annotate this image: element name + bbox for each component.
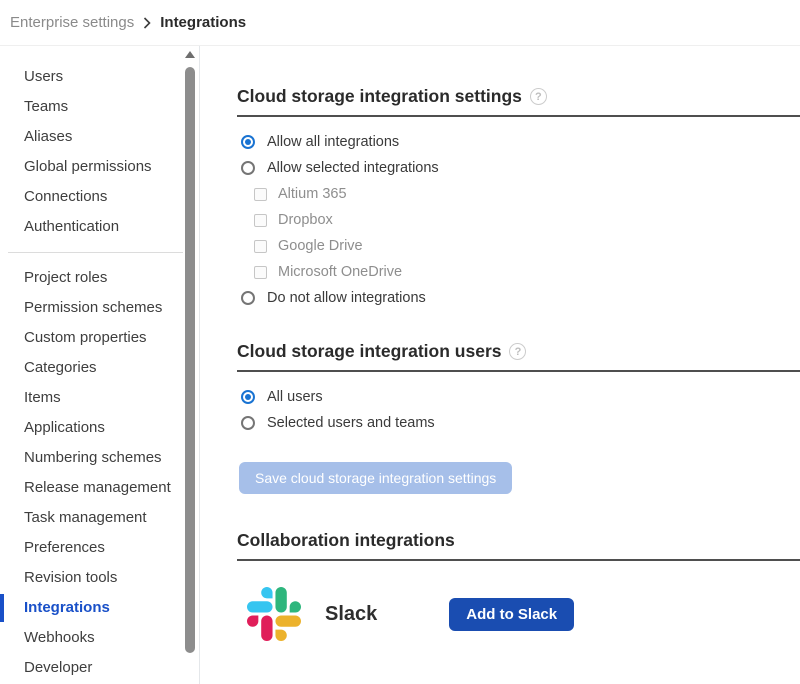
sidebar-item-list: Users Teams Aliases Global permissions C… [0, 46, 199, 683]
sidebar-item[interactable]: Release management [0, 473, 199, 503]
checkbox-icon [254, 240, 267, 253]
sidebar-item-label: Preferences [24, 539, 105, 556]
sidebar-item[interactable]: Developer [0, 653, 199, 683]
sidebar-item[interactable]: Teams [0, 92, 199, 122]
provider-checkbox-list: Altium 365 Dropbox Google Drive Microsof… [237, 181, 800, 285]
radio-all-users[interactable]: All users [237, 384, 800, 410]
sidebar-item-label: Revision tools [24, 569, 117, 586]
radio-icon [241, 161, 255, 175]
sidebar-item[interactable]: Users [0, 62, 199, 92]
sidebar-item-label: Aliases [24, 128, 72, 145]
storage-settings-options: Allow all integrations Allow selected in… [237, 129, 800, 311]
sidebar-item[interactable]: Global permissions [0, 152, 199, 182]
section-title-collaboration: Collaboration integrations [237, 530, 800, 561]
section-title-text: Collaboration integrations [237, 530, 455, 551]
sidebar-item-label: Webhooks [24, 629, 95, 646]
sidebar-item-label: Release management [24, 479, 171, 496]
checkbox-label: Microsoft OneDrive [278, 264, 402, 280]
sidebar-item-label: Custom properties [24, 329, 147, 346]
sidebar-item[interactable]: Items [0, 383, 199, 413]
chevron-right-icon [143, 17, 151, 29]
add-to-slack-button[interactable]: Add to Slack [449, 598, 574, 631]
sidebar-scrollbar[interactable] [184, 51, 196, 679]
checkbox-icon [254, 266, 267, 279]
radio-allow-selected-integrations[interactable]: Allow selected integrations [237, 155, 800, 181]
sidebar-item-label: Items [24, 389, 61, 406]
sidebar-item-label: Connections [24, 188, 107, 205]
sidebar-item[interactable]: Custom properties [0, 323, 199, 353]
checkbox-label: Dropbox [278, 212, 333, 228]
checkbox-icon [254, 214, 267, 227]
radio-label: Selected users and teams [267, 415, 435, 431]
sidebar-item[interactable]: Task management [0, 503, 199, 533]
sidebar-item-label: Applications [24, 419, 105, 436]
sidebar-item-label: Task management [24, 509, 147, 526]
help-icon[interactable]: ? [509, 343, 526, 360]
radio-icon [241, 135, 255, 149]
radio-label: All users [267, 389, 323, 405]
sidebar-item-label: Integrations [24, 599, 110, 616]
sidebar-divider [8, 252, 183, 253]
radio-selected-users-and-teams[interactable]: Selected users and teams [237, 410, 800, 436]
section-title-storage-users: Cloud storage integration users ? [237, 341, 800, 372]
scrollbar-thumb[interactable] [185, 67, 195, 653]
breadcrumb-current: Integrations [160, 14, 246, 31]
section-title-text: Cloud storage integration settings [237, 86, 522, 107]
sidebar-item[interactable]: Authentication [0, 212, 199, 242]
provider-checkbox-row[interactable]: Microsoft OneDrive [237, 259, 800, 285]
sidebar-item-label: Global permissions [24, 158, 152, 175]
sidebar-item[interactable]: Numbering schemes [0, 443, 199, 473]
radio-icon [241, 291, 255, 305]
sidebar-item[interactable]: Project roles [0, 263, 199, 293]
sidebar-item-label: Numbering schemes [24, 449, 162, 466]
sidebar-item-label: Teams [24, 98, 68, 115]
sidebar-item[interactable]: Revision tools [0, 563, 199, 593]
storage-users-options: All users Selected users and teams [237, 384, 800, 436]
provider-checkbox-row[interactable]: Dropbox [237, 207, 800, 233]
provider-checkbox-row[interactable]: Altium 365 [237, 181, 800, 207]
breadcrumb: Enterprise settings Integrations [0, 0, 800, 46]
scroll-up-arrow-icon[interactable] [185, 51, 195, 58]
checkbox-icon [254, 188, 267, 201]
sidebar-item-label: Categories [24, 359, 97, 376]
radio-label: Allow all integrations [267, 134, 399, 150]
radio-label: Do not allow integrations [267, 290, 426, 306]
sidebar-item[interactable]: Permission schemes [0, 293, 199, 323]
provider-checkbox-row[interactable]: Google Drive [237, 233, 800, 259]
radio-icon [241, 390, 255, 404]
sidebar-item[interactable]: Integrations [0, 593, 199, 623]
sidebar-item-label: Users [24, 68, 63, 85]
radio-allow-all-integrations[interactable]: Allow all integrations [237, 129, 800, 155]
main-content: Cloud storage integration settings ? All… [237, 46, 800, 684]
checkbox-label: Google Drive [278, 238, 363, 254]
slack-logo-icon [247, 587, 301, 641]
sidebar-item[interactable]: Applications [0, 413, 199, 443]
sidebar-item[interactable]: Categories [0, 353, 199, 383]
radio-do-not-allow-integrations[interactable]: Do not allow integrations [237, 285, 800, 311]
breadcrumb-parent-link[interactable]: Enterprise settings [10, 14, 134, 31]
save-cloud-storage-settings-button[interactable]: Save cloud storage integration settings [239, 462, 512, 494]
radio-icon [241, 416, 255, 430]
sidebar-item[interactable]: Aliases [0, 122, 199, 152]
checkbox-label: Altium 365 [278, 186, 347, 202]
sidebar-item-label: Permission schemes [24, 299, 162, 316]
sidebar-item[interactable]: Connections [0, 182, 199, 212]
section-title-storage-settings: Cloud storage integration settings ? [237, 86, 800, 117]
slack-integration-row: Slack Add to Slack [237, 587, 800, 641]
section-title-text: Cloud storage integration users [237, 341, 501, 362]
sidebar-item[interactable]: Webhooks [0, 623, 199, 653]
help-icon[interactable]: ? [530, 88, 547, 105]
sidebar-item-label: Authentication [24, 218, 119, 235]
sidebar-item-label: Developer [24, 659, 92, 676]
sidebar-item-label: Project roles [24, 269, 107, 286]
settings-sidebar: Users Teams Aliases Global permissions C… [0, 46, 200, 684]
sidebar-item[interactable]: Preferences [0, 533, 199, 563]
radio-label: Allow selected integrations [267, 160, 439, 176]
integration-name: Slack [325, 603, 377, 626]
